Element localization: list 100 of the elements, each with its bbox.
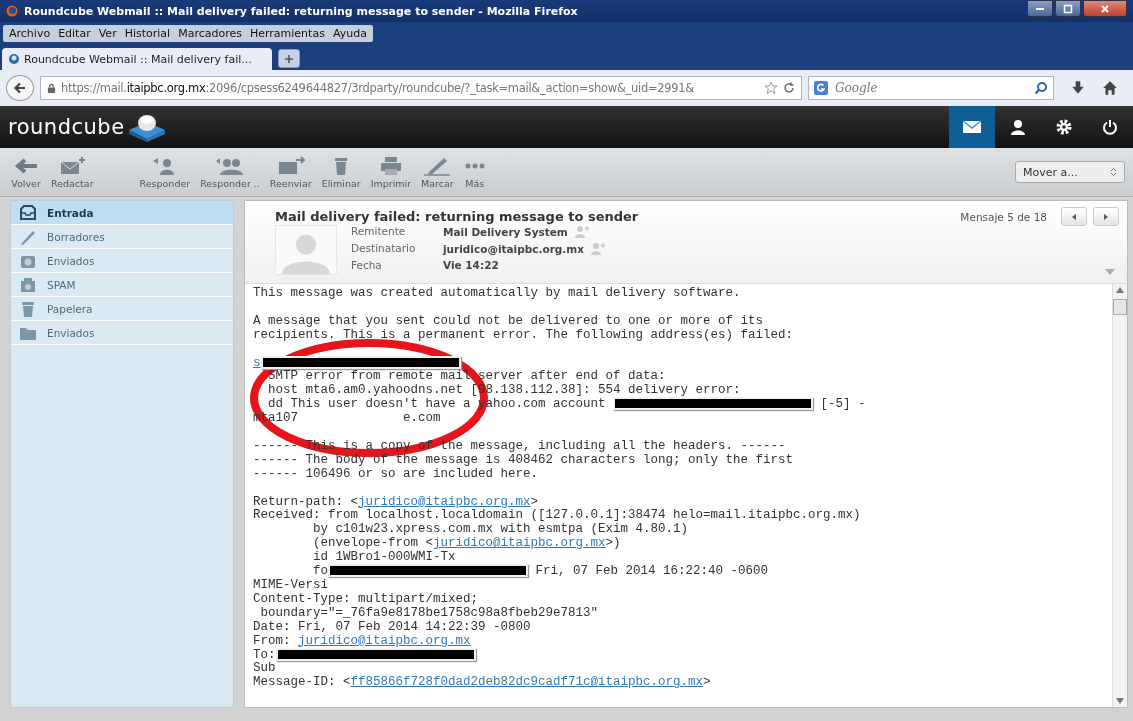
left-triangle-icon [1070, 212, 1078, 221]
pen-icon [422, 155, 453, 176]
menu-item[interactable]: Marcadores [174, 25, 246, 41]
new-tab-button[interactable] [278, 49, 300, 68]
toolbar-button[interactable]: Imprimir [367, 153, 415, 191]
reply-people-icon [215, 155, 245, 176]
back-button[interactable] [6, 75, 34, 101]
url-field[interactable]: https://mail.itaipbc.org.mx:2096/cpsess6249644827/3rdparty/roundcube/?_task=mail&_action=show&_uid=2991& [40, 76, 802, 100]
message-text: (envelope-from < [312, 536, 434, 551]
home-icon[interactable] [1102, 80, 1118, 96]
menu-item[interactable]: Editar [54, 25, 95, 41]
move-to-dropdown[interactable]: Mover a... [1015, 161, 1125, 183]
folder-item[interactable]: SPAM [11, 273, 233, 297]
email-link[interactable]: juridico@itaipbc.org.mx [433, 536, 606, 551]
close-button[interactable] [1083, 0, 1127, 17]
updown-caret-icon [1110, 167, 1117, 177]
toolbar-button[interactable]: Reenviar [266, 153, 315, 191]
search-engine-icon[interactable] [814, 81, 828, 95]
header-label: Remitente [351, 225, 407, 239]
header-value: Mail Delivery System [443, 226, 568, 238]
inbox-icon [19, 204, 37, 221]
toolbar-button[interactable]: Responder [136, 153, 194, 191]
right-triangle-icon [1102, 212, 1110, 221]
message-counter: Mensaje 5 de 18 [960, 210, 1047, 223]
search-icon[interactable] [1034, 81, 1048, 95]
folder-item[interactable]: Enviados [11, 249, 233, 273]
message-text: Content-Type: multipart/mixed; [253, 591, 479, 606]
message-text: ------ 106496 or so are included here. [253, 466, 539, 481]
message-text: ------ The body of the message is 408462 characters long; only the first [253, 452, 794, 467]
toolbar-button[interactable]: Más [460, 153, 489, 191]
star-icon[interactable] [764, 81, 778, 95]
folder-item[interactable]: Enviados [11, 321, 233, 345]
message-text: A message that you sent could not be delivered to one or more of its [253, 313, 764, 328]
globe-icon [8, 53, 20, 65]
email-link[interactable]: juridico@itaipbc.org.mx [298, 633, 471, 648]
menu-item[interactable]: Archivo [5, 25, 55, 41]
toolbar-button[interactable]: Redactar [48, 153, 97, 191]
tab-title: Roundcube Webmail :: Mail delivery fail... [24, 52, 252, 66]
folder-item[interactable]: Entrada [11, 201, 233, 225]
menu-item[interactable]: Ver [94, 25, 121, 41]
header-value: juridico@itaipbc.org.mx [443, 243, 585, 255]
scroll-down-icon [1116, 698, 1124, 704]
message-text: >) [605, 536, 621, 551]
message-text: recipients. This is a permanent error. The following address(es) failed: [253, 327, 794, 342]
toolbar-button[interactable]: Marcar [418, 153, 457, 191]
message-text: Fri, 07 Feb 2014 16:22:40 -0600 [534, 564, 769, 579]
email-link[interactable]: ff85866f728f0dad2deb82dc9cadf71c@itaipbc.org.mx [350, 675, 704, 690]
cube-logo-icon [126, 112, 167, 142]
message-text: id 1WBro1-000WMI-Tx [312, 550, 456, 565]
close-icon [1100, 3, 1110, 14]
search-field[interactable]: Google [808, 76, 1054, 100]
maximize-button[interactable] [1055, 0, 1081, 17]
minimize-icon [1036, 7, 1044, 10]
mail-icon [962, 119, 982, 135]
message-text: Return-path: < [253, 494, 359, 509]
app-logo: roundcube [8, 115, 125, 139]
message-text: From: [253, 633, 292, 648]
browser-logo-icon [6, 5, 18, 17]
plus-icon [284, 53, 294, 64]
message-text: Received: from localhost.localdomain ([127.0.0.1]:38474 helo=mail.itaipbc.org.mx) [253, 508, 861, 523]
message-text: boundary="=_76fa9e8178be1758c98a8fbeb29e7813" [259, 605, 599, 620]
message-text: This message was created automatically by mail delivery software. [253, 286, 741, 300]
toolbar-button[interactable]: Eliminar [318, 153, 364, 191]
pencil-icon [19, 228, 37, 245]
message-text: [-5] - [819, 397, 866, 412]
message-text: > [530, 494, 539, 509]
message-text: To: [253, 647, 276, 662]
message-text: SMTP error from remote mail server after end of data: [267, 369, 666, 384]
header-value: Vie 14:22 [443, 259, 499, 271]
power-icon [1100, 119, 1120, 135]
menu-item[interactable]: Historial [120, 25, 175, 41]
mail-button[interactable] [949, 106, 995, 148]
scrollbar-thumb[interactable] [1113, 299, 1127, 315]
reload-icon[interactable] [783, 82, 795, 94]
trash-icon [19, 300, 37, 317]
browser-tab[interactable]: Roundcube Webmail :: Mail delivery fail... [2, 48, 272, 70]
message-text: > [703, 675, 711, 690]
maximize-icon [1063, 3, 1073, 14]
header-label: Destinatario [351, 242, 417, 256]
folder-item[interactable]: Borradores [11, 225, 233, 249]
previous-message-button[interactable] [1061, 207, 1087, 226]
settings-icon [1054, 119, 1074, 135]
minimize-button[interactable] [1027, 0, 1053, 17]
dots-icon [463, 161, 486, 170]
message-subject: Mail delivery failed: returning message to sender [275, 209, 640, 224]
menu-item[interactable]: Herramientas [245, 25, 329, 41]
toolbar-button[interactable]: Volver [8, 153, 44, 191]
download-icon[interactable] [1070, 80, 1086, 96]
toolbar-button[interactable]: Responder .. [197, 153, 263, 191]
message-text: Sub [253, 661, 276, 676]
message-text: fo [312, 564, 328, 579]
menu-item[interactable]: Ayuda [328, 25, 371, 41]
folder-item[interactable]: Papelera [11, 297, 233, 321]
scrollbar[interactable] [1112, 284, 1127, 707]
message-text: Message-ID: < [253, 675, 351, 690]
next-message-button[interactable] [1093, 207, 1119, 226]
scroll-up-icon [1116, 287, 1124, 293]
message-text: Date: Fri, 07 Feb 2014 14:22:39 -0800 [253, 619, 531, 634]
email-link[interactable]: s [253, 355, 261, 370]
email-link[interactable]: juridico@itaipbc.org.mx [358, 494, 531, 509]
